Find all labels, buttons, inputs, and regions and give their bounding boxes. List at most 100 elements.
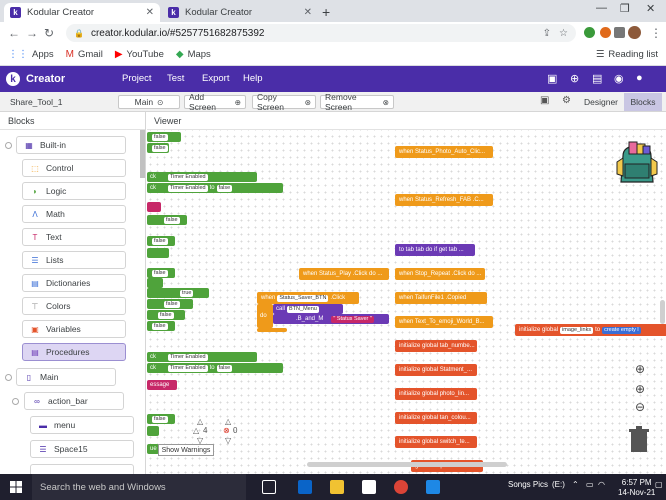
edge-icon[interactable] bbox=[298, 480, 312, 494]
logic-block[interactable] bbox=[147, 278, 163, 288]
designer-tab[interactable]: Designer bbox=[582, 95, 620, 109]
tree-node-menu[interactable]: ▬ menu bbox=[30, 416, 134, 434]
app-icon[interactable] bbox=[426, 480, 440, 494]
profile-avatar[interactable] bbox=[628, 26, 641, 39]
menu-help[interactable]: Help bbox=[243, 73, 263, 84]
show-warnings-button[interactable]: Show Warnings bbox=[158, 444, 214, 456]
forward-icon[interactable]: → bbox=[26, 26, 38, 40]
tree-node-variables[interactable]: ▣ Variables bbox=[22, 320, 126, 338]
event-block[interactable]: when Status_Play .Click do ... bbox=[299, 268, 389, 280]
blocks-tab[interactable]: Blocks bbox=[624, 93, 662, 111]
logic-false-block[interactable]: false bbox=[147, 310, 185, 320]
account-icon[interactable]: ● bbox=[636, 72, 643, 84]
new-tab-icon[interactable]: + bbox=[322, 4, 330, 20]
tree-node-space15[interactable]: ☰ Space15 bbox=[30, 440, 134, 458]
logic-block[interactable] bbox=[147, 248, 169, 258]
share-icon[interactable]: ⇪ bbox=[543, 28, 551, 39]
bookmark-maps[interactable]: ◆ Maps bbox=[176, 49, 211, 60]
bookmark-youtube[interactable]: ▶ YouTube bbox=[115, 49, 164, 60]
drive-label[interactable]: (E:) bbox=[552, 480, 565, 489]
blocks-viewer[interactable]: Viewer false false ck Timer Enabled ck T… bbox=[147, 112, 666, 474]
file-explorer-icon[interactable] bbox=[330, 480, 344, 494]
songs-pics-label[interactable]: Songs Pics bbox=[508, 480, 548, 489]
store-icon[interactable] bbox=[362, 480, 376, 494]
error-down-icon[interactable]: ▽ bbox=[225, 436, 231, 445]
tray-chevron-icon[interactable]: ⌃ bbox=[572, 480, 579, 489]
panel-scrollbar[interactable] bbox=[140, 130, 145, 178]
set-timer-enabled-block[interactable]: ck Timer Enabled to false bbox=[147, 183, 283, 193]
tree-node-builtin[interactable]: ▦ Built-in bbox=[16, 136, 126, 154]
event-block[interactable]: when Stop_Repeat .Click do ... bbox=[395, 268, 485, 280]
tree-node-more[interactable] bbox=[30, 464, 134, 474]
call-method-block[interactable]: .B_and_M " Status Saver " bbox=[273, 314, 389, 324]
error-icon[interactable]: ⊗ bbox=[223, 426, 230, 435]
puzzle-icon[interactable] bbox=[614, 27, 625, 38]
bookmark-star-icon[interactable]: ☆ bbox=[559, 28, 568, 39]
event-block[interactable]: when Text_To_emoji_World_B... bbox=[395, 316, 493, 328]
bookmark-apps[interactable]: ⋮⋮ Apps bbox=[8, 49, 54, 60]
taskbar-search-input[interactable]: Search the web and Windows bbox=[32, 474, 246, 500]
tree-node-control[interactable]: ⬚ Control bbox=[22, 159, 126, 177]
set-timer-enabled-block[interactable]: ck Timer Enabled bbox=[147, 352, 257, 362]
menu-test[interactable]: Test bbox=[167, 73, 184, 84]
minimize-icon[interactable]: — bbox=[596, 2, 607, 14]
tab-close-icon[interactable]: ✕ bbox=[146, 7, 154, 18]
collapse-toggle-icon[interactable] bbox=[5, 374, 12, 381]
logic-block[interactable] bbox=[147, 426, 159, 436]
bookmark-gmail[interactable]: M Gmail bbox=[66, 49, 103, 60]
init-global-block[interactable]: initialize global photo_lin... bbox=[395, 388, 477, 400]
maximize-icon[interactable]: ❐ bbox=[620, 2, 630, 15]
tree-node-action-bar[interactable]: ∞ action_bar bbox=[24, 392, 124, 410]
logic-false-block[interactable]: false bbox=[147, 268, 175, 278]
battery-icon[interactable]: ▭ bbox=[586, 480, 594, 489]
reload-icon[interactable]: ↻ bbox=[44, 26, 54, 40]
init-global-block[interactable]: initialize global Statment_... bbox=[395, 364, 477, 376]
wifi-icon[interactable]: ◠ bbox=[598, 480, 605, 489]
text-block[interactable] bbox=[147, 202, 161, 212]
menu-export[interactable]: Export bbox=[202, 73, 229, 84]
gear-icon[interactable]: ⚙ bbox=[562, 95, 571, 106]
windows-start-icon[interactable] bbox=[10, 481, 22, 493]
warning-prev-icon[interactable]: △ bbox=[197, 417, 203, 426]
viewer-horizontal-scrollbar[interactable] bbox=[307, 462, 507, 467]
extension-icon[interactable] bbox=[600, 27, 611, 38]
procedure-block[interactable]: to tab tab do if get tab ... bbox=[395, 244, 475, 256]
notifications-icon[interactable]: ◉ bbox=[614, 72, 624, 85]
tree-node-dictionaries[interactable]: ▤ Dictionaries bbox=[22, 274, 126, 292]
call-procedure-block[interactable]: call BTN_Menu bbox=[273, 304, 343, 314]
backpack-icon[interactable] bbox=[615, 140, 659, 186]
image-icon[interactable]: ▣ bbox=[540, 95, 549, 106]
zoom-in-icon[interactable]: ⊕ bbox=[635, 382, 645, 396]
collapse-toggle-icon[interactable] bbox=[12, 398, 19, 405]
remove-screen-button[interactable]: Remove Screen ⊗ bbox=[320, 92, 394, 112]
init-global-block[interactable]: initialize global tab_numbe... bbox=[395, 340, 477, 352]
init-global-image-links-block[interactable]: initialize global image_links to create … bbox=[515, 324, 666, 336]
event-block[interactable]: when Status_Refresh_FAB .C... bbox=[395, 194, 493, 206]
close-window-icon[interactable]: ✕ bbox=[646, 2, 655, 15]
set-timer-enabled-block[interactable]: ck Timer Enabled to false bbox=[147, 363, 283, 373]
set-timer-enabled-block[interactable]: ck Timer Enabled bbox=[147, 172, 257, 182]
viewer-vertical-scrollbar[interactable] bbox=[660, 300, 665, 324]
init-global-block[interactable]: initialize global tan_colou... bbox=[395, 412, 477, 424]
kodular-logo[interactable]: k bbox=[6, 72, 20, 86]
logic-false-block[interactable]: false bbox=[147, 236, 175, 246]
chrome-icon[interactable] bbox=[394, 480, 408, 494]
task-view-icon[interactable] bbox=[262, 480, 276, 494]
event-block-status-saver[interactable]: when Status_Saver_BTN .Click bbox=[257, 292, 359, 304]
warning-icon[interactable]: △ bbox=[193, 426, 199, 435]
tree-node-lists[interactable]: ☰ Lists bbox=[22, 251, 126, 269]
init-global-block[interactable]: initialize global switch_te... bbox=[395, 436, 477, 448]
logic-false-block[interactable]: false bbox=[147, 143, 169, 153]
logic-false-block[interactable]: false bbox=[147, 321, 175, 331]
tree-node-procedures[interactable]: ▤ Procedures bbox=[22, 343, 126, 361]
center-icon[interactable]: ⊕ bbox=[635, 362, 645, 376]
tab-close-icon[interactable]: ✕ bbox=[304, 7, 312, 18]
logic-false-block[interactable]: false bbox=[147, 132, 181, 142]
screen-select[interactable]: Main ⊙ bbox=[118, 95, 180, 109]
add-project-icon[interactable]: ⊕ bbox=[570, 72, 579, 85]
browser-tab[interactable]: k Kodular Creator ✕ bbox=[162, 3, 318, 22]
more-menu-icon[interactable]: ⋮ bbox=[650, 26, 662, 40]
folder-icon[interactable]: ▣ bbox=[547, 72, 557, 85]
logic-false-block[interactable]: false bbox=[147, 215, 187, 225]
add-screen-button[interactable]: Add Screen ⊕ bbox=[184, 92, 246, 112]
